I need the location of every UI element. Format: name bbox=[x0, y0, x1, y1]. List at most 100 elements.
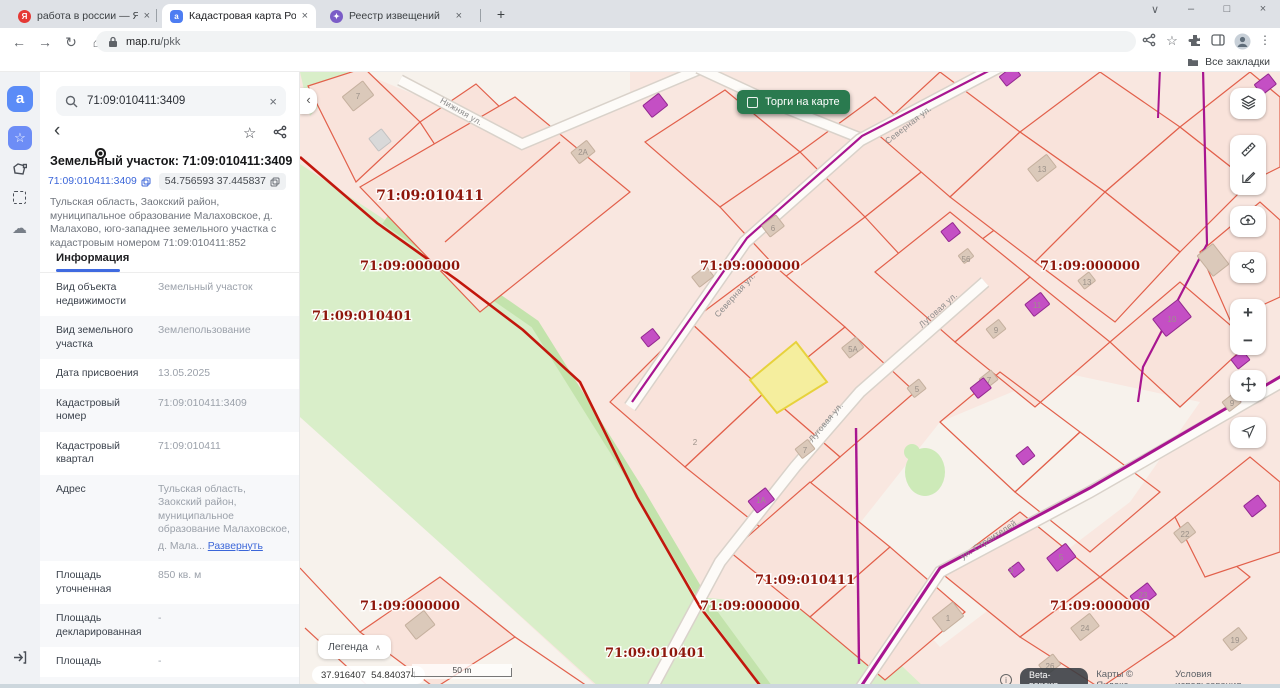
measure-edit-control[interactable] bbox=[1230, 135, 1266, 195]
all-bookmarks-button[interactable]: Все закладки bbox=[1187, 56, 1270, 68]
row-label: Площадь декларированная bbox=[56, 612, 150, 639]
pan-control[interactable] bbox=[1230, 370, 1266, 401]
quarter-label: 71:09:010401 bbox=[312, 309, 412, 324]
clear-search-icon[interactable]: × bbox=[269, 94, 277, 109]
window-close-icon[interactable]: × bbox=[1254, 3, 1272, 15]
house-number: 5 bbox=[915, 385, 920, 394]
reload-icon[interactable]: ↻ bbox=[62, 33, 80, 51]
favorite-star-icon[interactable]: ☆ bbox=[243, 124, 256, 142]
search-box[interactable]: × bbox=[56, 86, 286, 116]
legend-label: Легенда bbox=[328, 641, 368, 653]
cloud-icon[interactable]: ☁ bbox=[12, 219, 28, 235]
zoom-control[interactable]: + − bbox=[1230, 299, 1266, 355]
tab-close-icon[interactable]: × bbox=[456, 11, 462, 22]
login-icon[interactable] bbox=[12, 650, 28, 666]
table-row: Площадь уточненная 850 кв. м bbox=[40, 561, 300, 604]
location-arrow-icon[interactable] bbox=[1230, 417, 1266, 445]
layers-control[interactable] bbox=[1230, 88, 1266, 119]
panel-share-icon[interactable] bbox=[273, 125, 287, 144]
tab-cadastral-map[interactable]: a Кадастровая карта России × bbox=[162, 4, 316, 28]
share-nodes-icon[interactable] bbox=[1230, 252, 1266, 280]
rail-favorites-button[interactable]: ☆ bbox=[8, 126, 32, 150]
house-number: 1 bbox=[946, 614, 951, 623]
share-map-control[interactable] bbox=[1230, 252, 1266, 283]
window-minimize-icon[interactable]: – bbox=[1182, 3, 1200, 15]
extensions-icon[interactable] bbox=[1186, 33, 1204, 51]
search-input[interactable] bbox=[85, 94, 269, 108]
tab-close-icon[interactable]: × bbox=[302, 11, 308, 22]
window-maximize-icon[interactable]: □ bbox=[1218, 3, 1236, 15]
new-tab-button[interactable]: + bbox=[492, 6, 510, 24]
cursor-coordinates: 37.916407 54.840374 bbox=[312, 666, 425, 684]
browser-tab-strip: Я работа в россии — Яндекс × a Кадастров… bbox=[0, 0, 1280, 28]
house-number: 6 bbox=[771, 224, 776, 233]
house-number: 22 bbox=[1181, 530, 1190, 539]
forward-icon[interactable]: → bbox=[36, 33, 54, 51]
registry-favicon: ✦ bbox=[330, 10, 343, 23]
legend-button[interactable]: Легенда ∧ bbox=[318, 635, 391, 659]
lock-icon bbox=[108, 36, 118, 48]
table-row: Площадь - bbox=[40, 647, 300, 677]
app-logo[interactable]: a bbox=[7, 86, 33, 112]
row-value: 13.05.2025 bbox=[158, 367, 290, 381]
side-panel-icon[interactable] bbox=[1209, 33, 1227, 51]
tab-registry[interactable]: ✦ Реестр извещений × bbox=[322, 4, 470, 28]
coordinates-chip[interactable]: 54.756593 37.445837 bbox=[159, 173, 286, 190]
app-rail: a ☆ ☁ bbox=[0, 72, 40, 688]
house-number: 13 bbox=[1083, 278, 1092, 287]
house-number: 3 bbox=[1009, 566, 1014, 575]
torgi-label: Торги на карте bbox=[765, 96, 840, 108]
back-icon[interactable]: ← bbox=[10, 33, 28, 51]
kebab-menu-icon[interactable]: ⋮ bbox=[1256, 33, 1274, 51]
upload-control[interactable] bbox=[1230, 206, 1266, 237]
table-row: Площадь декларированная - bbox=[40, 604, 300, 647]
tab-title: Реестр извещений bbox=[349, 10, 450, 22]
tab-yandex[interactable]: Я работа в россии — Яндекс × bbox=[10, 4, 158, 28]
quarter-label: 71:09:000000 bbox=[700, 259, 800, 274]
tab-information[interactable]: Информация bbox=[56, 252, 129, 264]
zoom-out-button[interactable]: − bbox=[1230, 327, 1266, 355]
map-canvas[interactable]: Нижняя ул. Северная ул. Северная ул. Луг… bbox=[300, 72, 1280, 688]
zoom-in-button[interactable]: + bbox=[1230, 299, 1266, 327]
house-number: 10 bbox=[1168, 315, 1177, 324]
pan-icon[interactable] bbox=[1230, 370, 1266, 398]
torgi-map-button[interactable]: Торги на карте bbox=[737, 90, 850, 114]
house-number: 7 bbox=[987, 376, 992, 385]
share-icon[interactable] bbox=[1140, 33, 1158, 51]
layers-icon[interactable] bbox=[1230, 88, 1266, 116]
cloud-upload-icon[interactable] bbox=[1230, 206, 1266, 234]
browser-toolbar: ← → ↻ ⌂ map.ru/pkk ☆ ⋮ bbox=[0, 28, 1280, 55]
scale-label: 50 m bbox=[412, 665, 512, 675]
copy-icon[interactable] bbox=[270, 177, 280, 187]
edit-icon[interactable] bbox=[1230, 163, 1266, 191]
expand-link[interactable]: Развернуть bbox=[208, 540, 263, 554]
house-number: 5 bbox=[1059, 553, 1064, 562]
locate-control[interactable] bbox=[1230, 417, 1266, 448]
quarter-label: 71:09:000000 bbox=[1050, 599, 1150, 614]
profile-avatar[interactable] bbox=[1233, 33, 1251, 51]
area-select-icon[interactable] bbox=[13, 191, 29, 207]
row-value: Тульская область, Заокский район, муници… bbox=[158, 483, 290, 554]
collapse-panel-button[interactable]: ‹ bbox=[300, 88, 317, 114]
address-bar[interactable]: map.ru/pkk bbox=[96, 31, 1136, 52]
object-description: Тульская область, Заокский район, муници… bbox=[50, 196, 296, 250]
ruler-icon[interactable] bbox=[1230, 135, 1266, 163]
quarter-label: 71:09:000000 bbox=[700, 599, 800, 614]
row-label: Площадь bbox=[56, 655, 150, 669]
cadastral-map[interactable]: Нижняя ул. Северная ул. Северная ул. Луг… bbox=[300, 72, 1280, 688]
scale-bar: 50 m bbox=[412, 664, 512, 679]
row-value: - bbox=[158, 612, 290, 639]
table-row: Кадастровый квартал 71:09:010411 bbox=[40, 432, 300, 475]
taskbar-edge bbox=[0, 684, 1280, 688]
tab-close-icon[interactable]: × bbox=[144, 11, 150, 22]
tab-title: Кадастровая карта России bbox=[189, 10, 296, 22]
quarter-label: 71:09:010411 bbox=[755, 573, 855, 588]
cadastral-number-chip[interactable]: 71:09:010411:3409 bbox=[48, 176, 151, 187]
panel-back-button[interactable]: ‹ bbox=[54, 122, 60, 140]
bookmark-star-icon[interactable]: ☆ bbox=[1163, 33, 1181, 51]
copy-icon[interactable] bbox=[141, 177, 151, 187]
polygon-tool-icon[interactable] bbox=[12, 162, 28, 178]
structure bbox=[999, 72, 1021, 86]
torgi-checkbox[interactable] bbox=[747, 97, 758, 108]
window-menu-icon[interactable]: ∨ bbox=[1146, 3, 1164, 16]
